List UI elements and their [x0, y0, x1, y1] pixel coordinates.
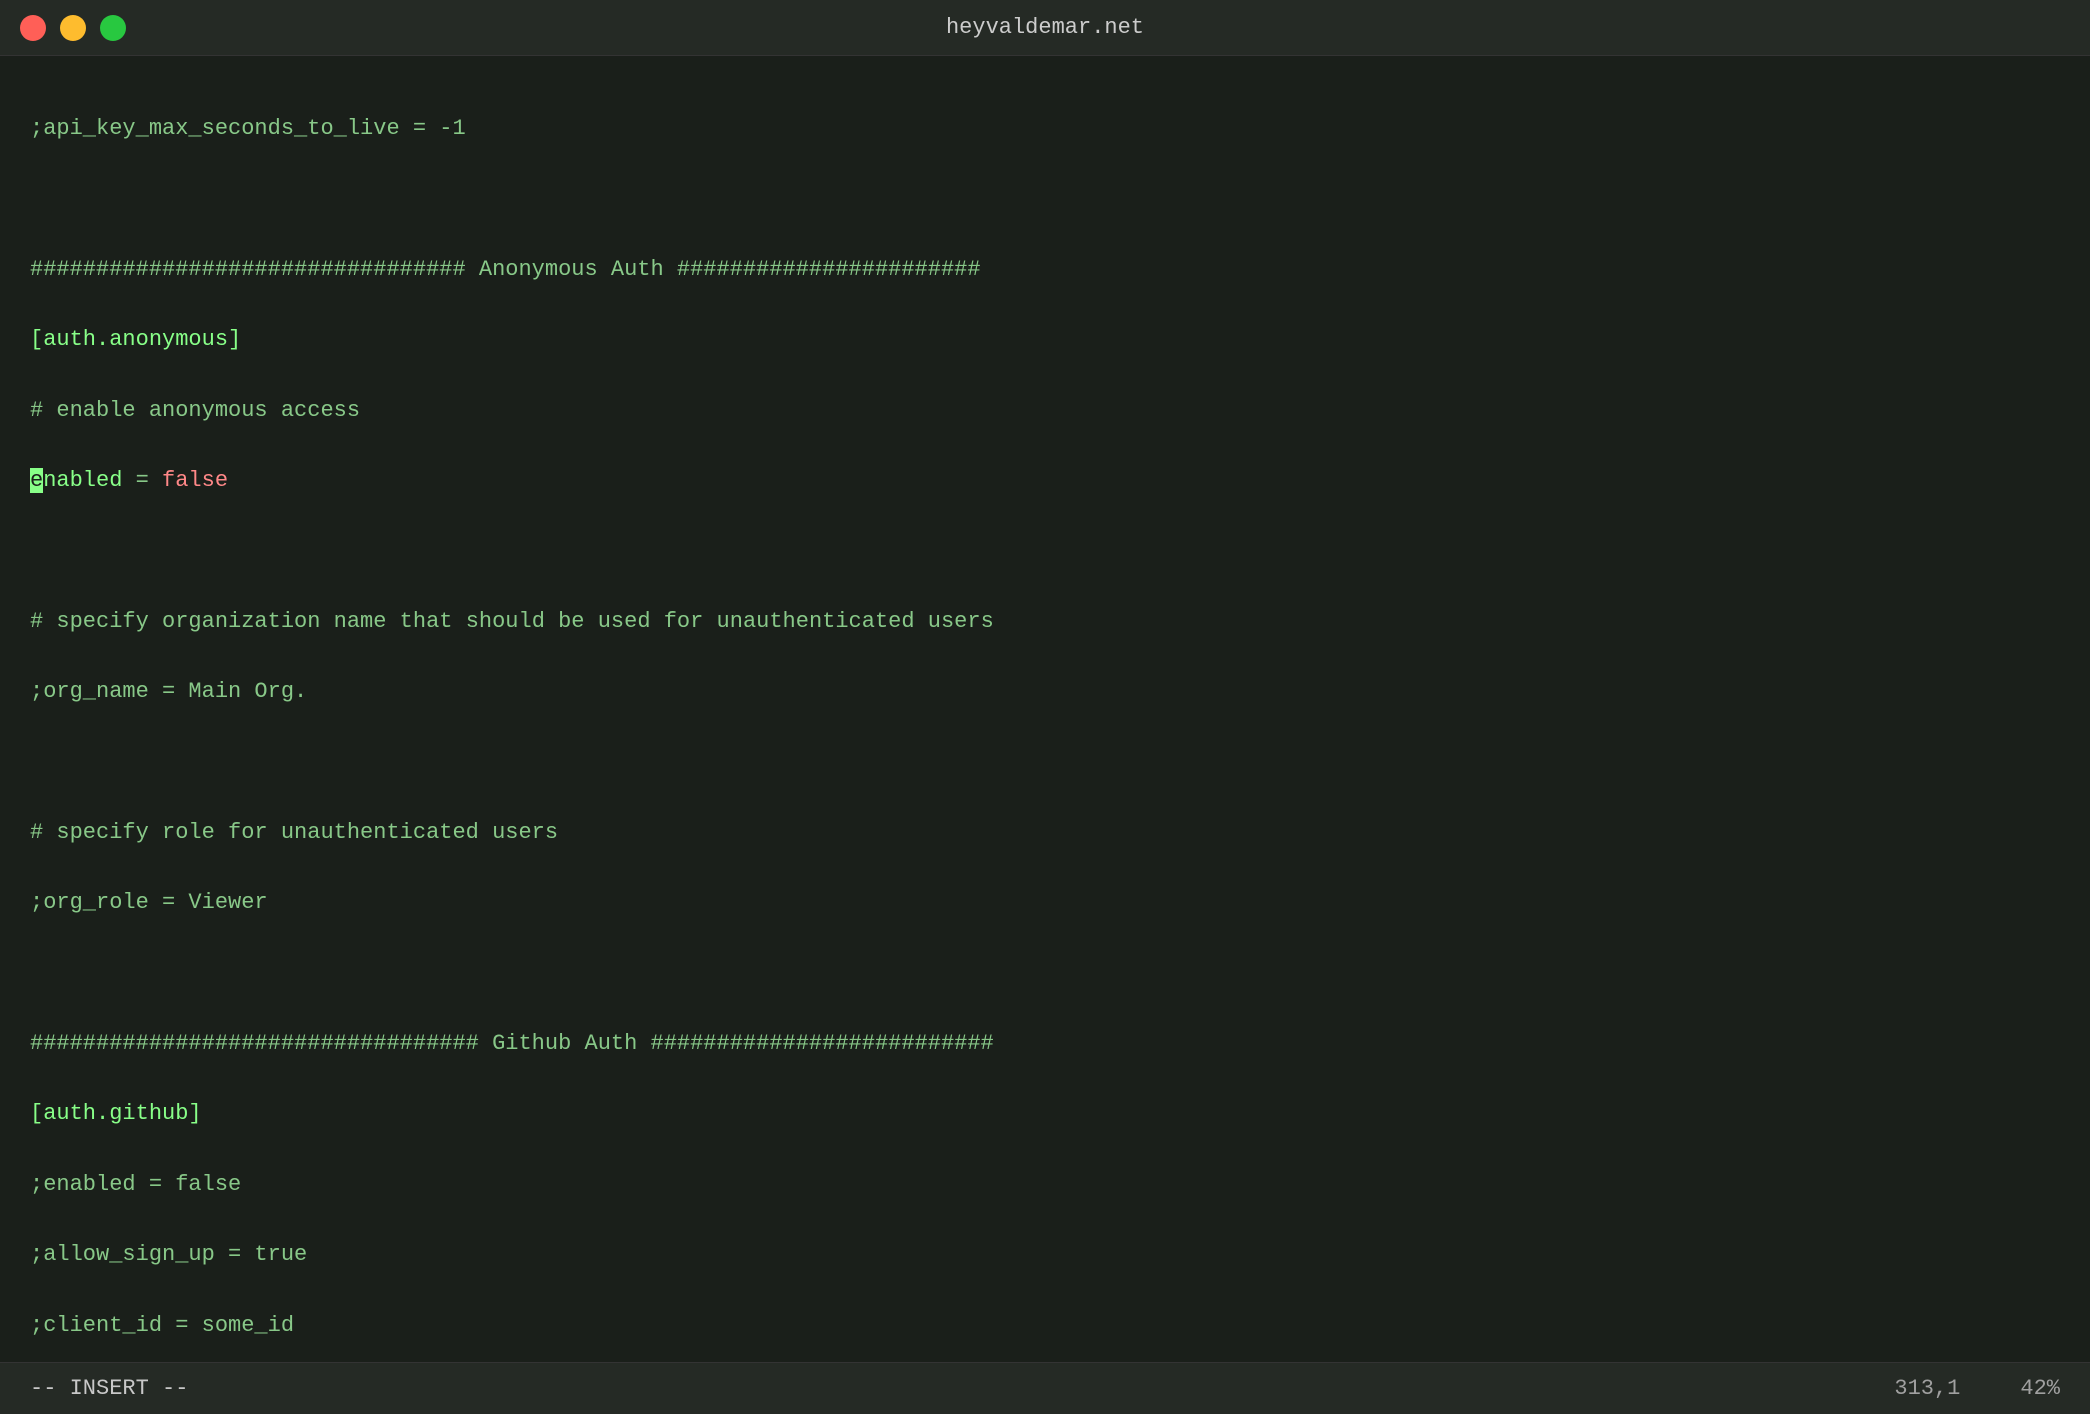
- status-bar: -- INSERT -- 313,1 42%: [0, 1362, 2090, 1414]
- maximize-button[interactable]: [100, 15, 126, 41]
- line-anon-header: ################################# Anonym…: [30, 252, 2060, 287]
- editor-content[interactable]: ;api_key_max_seconds_to_live = -1 ######…: [0, 56, 2090, 1362]
- line-anon-section: [auth.anonymous]: [30, 322, 2060, 357]
- line-github-enabled: ;enabled = false: [30, 1167, 2060, 1202]
- close-button[interactable]: [20, 15, 46, 41]
- line-1: ;api_key_max_seconds_to_live = -1: [30, 111, 2060, 146]
- line-org-role: ;org_role = Viewer: [30, 885, 2060, 920]
- line-blank-3: [30, 745, 2060, 780]
- line-blank-4: [30, 956, 2060, 991]
- line-specify-org-comment: # specify organization name that should …: [30, 604, 2060, 639]
- line-specify-role-comment: # specify role for unauthenticated users: [30, 815, 2060, 850]
- minimize-button[interactable]: [60, 15, 86, 41]
- status-position: 313,1: [1894, 1376, 1960, 1401]
- traffic-lights: [20, 15, 126, 41]
- line-org-name: ;org_name = Main Org.: [30, 674, 2060, 709]
- line-github-client-id: ;client_id = some_id: [30, 1308, 2060, 1343]
- title-bar: heyvaldemar.net: [0, 0, 2090, 56]
- status-percent: 42%: [2020, 1376, 2060, 1401]
- line-anon-comment: # enable anonymous access: [30, 393, 2060, 428]
- line-github-header: ################################## Githu…: [30, 1026, 2060, 1061]
- line-enabled: enabled = false: [30, 463, 2060, 498]
- line-blank-2: [30, 533, 2060, 568]
- window-title: heyvaldemar.net: [946, 15, 1144, 40]
- line-github-signup: ;allow_sign_up = true: [30, 1237, 2060, 1272]
- line-blank-1: [30, 182, 2060, 217]
- line-github-section: [auth.github]: [30, 1096, 2060, 1131]
- status-mode: -- INSERT --: [30, 1376, 188, 1401]
